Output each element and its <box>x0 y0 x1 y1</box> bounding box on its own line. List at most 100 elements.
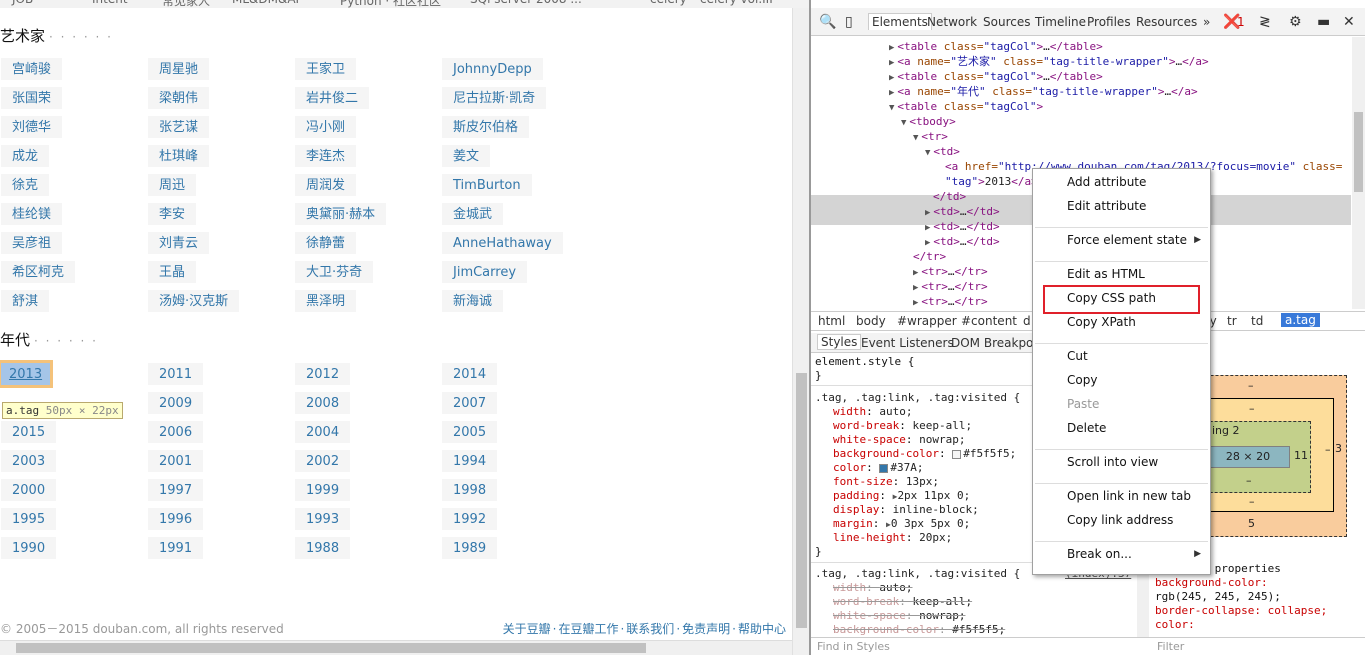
year-tag-link[interactable]: 2012 <box>295 363 351 385</box>
year-tag-link[interactable]: 1990 <box>1 537 57 559</box>
artist-tag-link[interactable]: 希区柯克 <box>1 261 76 283</box>
disclosure-triangle-icon[interactable]: ▶ <box>889 58 894 68</box>
footer-link[interactable]: 在豆瓣工作 <box>558 622 618 636</box>
year-tag-link[interactable]: 1994 <box>442 450 498 472</box>
css-property[interactable]: font-size: 13px; <box>833 475 939 489</box>
artist-tag-link[interactable]: JohnnyDepp <box>442 58 543 80</box>
year-tag-link[interactable]: 1993 <box>295 508 351 530</box>
menu-item-cut[interactable]: Cut <box>1067 349 1088 363</box>
disclosure-triangle-icon[interactable]: ▼ <box>913 133 918 143</box>
footer-link[interactable]: 联系我们 <box>626 622 674 636</box>
artist-tag-link[interactable]: 尼古拉斯·凯奇 <box>442 87 547 109</box>
artist-tag-link[interactable]: 王晶 <box>148 261 197 283</box>
css-property[interactable]: display: inline-block; <box>833 503 979 517</box>
year-tag-link[interactable]: 2004 <box>295 421 351 443</box>
artist-tag-link[interactable]: 姜文 <box>442 145 491 167</box>
disclosure-triangle-icon[interactable]: ▶ <box>889 88 894 98</box>
disclosure-triangle-icon[interactable]: ▶ <box>925 238 930 248</box>
artist-tag-link[interactable]: 张国荣 <box>1 87 63 109</box>
css-property[interactable]: margin: ▶0 3px 5px 0; <box>833 517 970 532</box>
css-property[interactable]: background-color: #f5f5f5; <box>833 447 1016 461</box>
disclosure-triangle-icon[interactable]: ▶ <box>913 298 918 308</box>
year-tag-link[interactable]: 1995 <box>1 508 57 530</box>
year-tag-link[interactable]: 1989 <box>442 537 498 559</box>
year-tag-link[interactable]: 2008 <box>295 392 351 414</box>
tab-timeline[interactable]: Timeline <box>1035 15 1086 29</box>
artist-tag-link[interactable]: 舒淇 <box>1 290 50 312</box>
year-tag-link[interactable]: 2003 <box>1 450 57 472</box>
menu-item-force-element-state[interactable]: Force element state <box>1067 233 1187 247</box>
artist-tag-link[interactable]: 宫崎骏 <box>1 58 63 80</box>
menu-item-copy-link-address[interactable]: Copy link address <box>1067 513 1173 527</box>
year-tag-link[interactable]: 2007 <box>442 392 498 414</box>
disclosure-triangle-icon[interactable]: ▶ <box>925 208 930 218</box>
menu-item-delete[interactable]: Delete <box>1067 421 1106 435</box>
year-tag-link[interactable]: 2000 <box>1 479 57 501</box>
artist-tag-link[interactable]: 奥黛丽·赫本 <box>295 203 387 225</box>
artist-tag-link[interactable]: 新海诚 <box>442 290 504 312</box>
css-property-overridden[interactable]: word-break: keep-all; <box>833 595 972 609</box>
disclosure-triangle-icon[interactable]: ▶ <box>913 268 918 278</box>
artist-tag-link[interactable]: 黑泽明 <box>295 290 357 312</box>
bookmark-item[interactable]: Python · 社区社区 <box>340 0 441 8</box>
tab-more[interactable]: » <box>1203 15 1210 29</box>
menu-item-copy-xpath[interactable]: Copy XPath <box>1067 315 1136 329</box>
scroll-thumb[interactable] <box>16 643 646 653</box>
artist-tag-link[interactable]: JimCarrey <box>442 261 528 283</box>
artist-tag-link[interactable]: 周润发 <box>295 174 357 196</box>
year-tag-link[interactable]: 2002 <box>295 450 351 472</box>
dom-node-line[interactable]: "tag">2013</a> <box>945 174 1038 189</box>
artist-tag-link[interactable]: TimBurton <box>442 174 532 196</box>
artist-tag-link[interactable]: 李连杰 <box>295 145 357 167</box>
artist-tag-link[interactable]: 冯小刚 <box>295 116 357 138</box>
breadcrumb-item[interactable]: d <box>1023 314 1031 328</box>
tab-profiles[interactable]: Profiles <box>1087 15 1131 29</box>
tab-styles[interactable]: Styles <box>817 334 862 350</box>
dom-node-line[interactable]: </td> <box>933 189 966 204</box>
artist-tag-link[interactable]: 成龙 <box>1 145 50 167</box>
footer-link[interactable]: 关于豆瓣 <box>503 622 551 636</box>
disclosure-triangle-icon[interactable]: ▶ <box>925 223 930 233</box>
dom-scrollbar[interactable] <box>1352 37 1365 309</box>
artist-tag-link[interactable]: 大卫·芬奇 <box>295 261 374 283</box>
breadcrumb-item[interactable]: #content <box>961 314 1017 328</box>
menu-item-break-on[interactable]: Break on... <box>1067 547 1132 561</box>
breadcrumb-item[interactable]: tr <box>1227 314 1237 328</box>
year-tag-link[interactable]: 1992 <box>442 508 498 530</box>
tab-event-listeners[interactable]: Event Listeners <box>861 336 954 350</box>
search-icon[interactable]: 🔍 <box>819 14 836 30</box>
dock-icon[interactable]: ▬ <box>1317 14 1330 30</box>
page-horizontal-scrollbar[interactable] <box>0 640 792 655</box>
menu-item-copy[interactable]: Copy <box>1067 373 1097 387</box>
tab-elements[interactable]: Elements <box>868 13 932 30</box>
tab-dom-breakpoi[interactable]: DOM Breakpoi <box>951 336 1037 350</box>
artist-tag-link[interactable]: 斯皮尔伯格 <box>442 116 530 138</box>
artist-tag-link[interactable]: 梁朝伟 <box>148 87 210 109</box>
year-tag-link[interactable]: 2006 <box>148 421 204 443</box>
css-property[interactable]: color: #37A; <box>833 461 924 475</box>
year-tag-link[interactable]: 2011 <box>148 363 204 385</box>
year-tag-link[interactable]: 1996 <box>148 508 204 530</box>
year-tag-link[interactable]: 2001 <box>148 450 204 472</box>
dom-node-line[interactable]: </tr> <box>913 249 946 264</box>
tab-sources[interactable]: Sources <box>983 15 1030 29</box>
disclosure-triangle-icon[interactable]: ▼ <box>889 103 894 113</box>
artist-tag-link[interactable]: 徐克 <box>1 174 50 196</box>
artist-tag-link[interactable]: 金城武 <box>442 203 504 225</box>
year-tag-link[interactable]: 2005 <box>442 421 498 443</box>
breadcrumb-item[interactable]: html <box>818 314 845 328</box>
year-tag-link[interactable]: 1998 <box>442 479 498 501</box>
breadcrumb-item[interactable]: body <box>856 314 886 328</box>
artist-tag-link[interactable]: 徐静蕾 <box>295 232 357 254</box>
bookmark-item[interactable]: Intent <box>92 0 128 6</box>
menu-item-open-link-in-new-tab[interactable]: Open link in new tab <box>1067 489 1191 503</box>
css-property-overridden[interactable]: background-color: #f5f5f5; <box>833 623 1005 637</box>
tab-network[interactable]: Network <box>927 15 977 29</box>
page-vertical-scrollbar[interactable] <box>792 8 809 655</box>
device-mode-icon[interactable]: ▯ <box>845 14 853 30</box>
year-tag-link[interactable]: 1991 <box>148 537 204 559</box>
color-swatch[interactable] <box>952 449 962 459</box>
console-drawer-icon[interactable]: ≷ <box>1259 14 1271 30</box>
artist-tag-link[interactable]: 刘德华 <box>1 116 63 138</box>
tab-resources[interactable]: Resources <box>1136 15 1197 29</box>
